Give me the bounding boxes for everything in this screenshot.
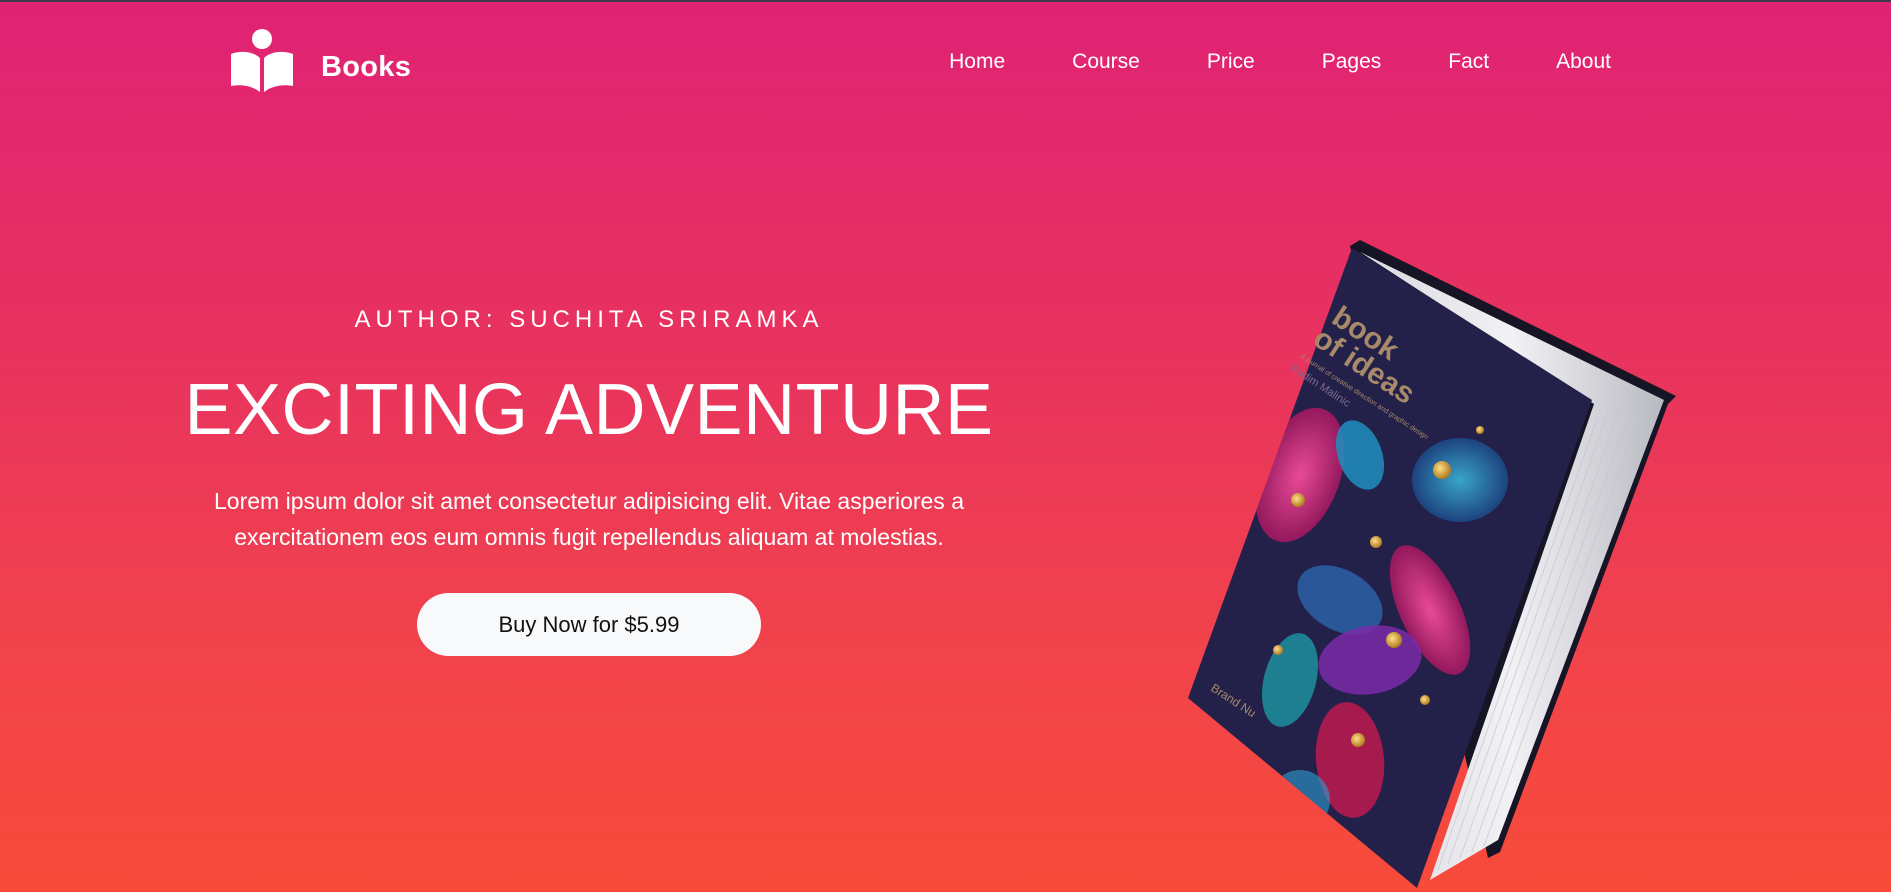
book-image: book of ideas A journal of creative dire… xyxy=(1180,240,1680,892)
hero-title: EXCITING ADVENTURE xyxy=(184,370,994,450)
main-nav: Home Course Price Pages Fact About xyxy=(949,50,1611,74)
author-label: AUTHOR: SUCHITA SRIRAMKA xyxy=(354,306,824,333)
brand-logo-link[interactable]: Books xyxy=(230,28,411,94)
book-reader-icon xyxy=(231,29,293,92)
buy-now-button[interactable]: Buy Now for $5.99 xyxy=(417,593,761,656)
brand-name: Books xyxy=(321,50,412,83)
window-top-border xyxy=(0,0,1891,2)
hero-description: Lorem ipsum dolor sit amet consectetur a… xyxy=(214,488,964,550)
nav-item-price[interactable]: Price xyxy=(1207,50,1255,74)
nav-item-course[interactable]: Course xyxy=(1072,50,1140,74)
nav-item-pages[interactable]: Pages xyxy=(1322,50,1382,74)
hero-section: AUTHOR: SUCHITA SRIRAMKA EXCITING ADVENT… xyxy=(170,300,1008,656)
nav-item-home[interactable]: Home xyxy=(949,50,1005,74)
nav-item-fact[interactable]: Fact xyxy=(1448,50,1489,74)
nav-item-about[interactable]: About xyxy=(1556,50,1611,74)
